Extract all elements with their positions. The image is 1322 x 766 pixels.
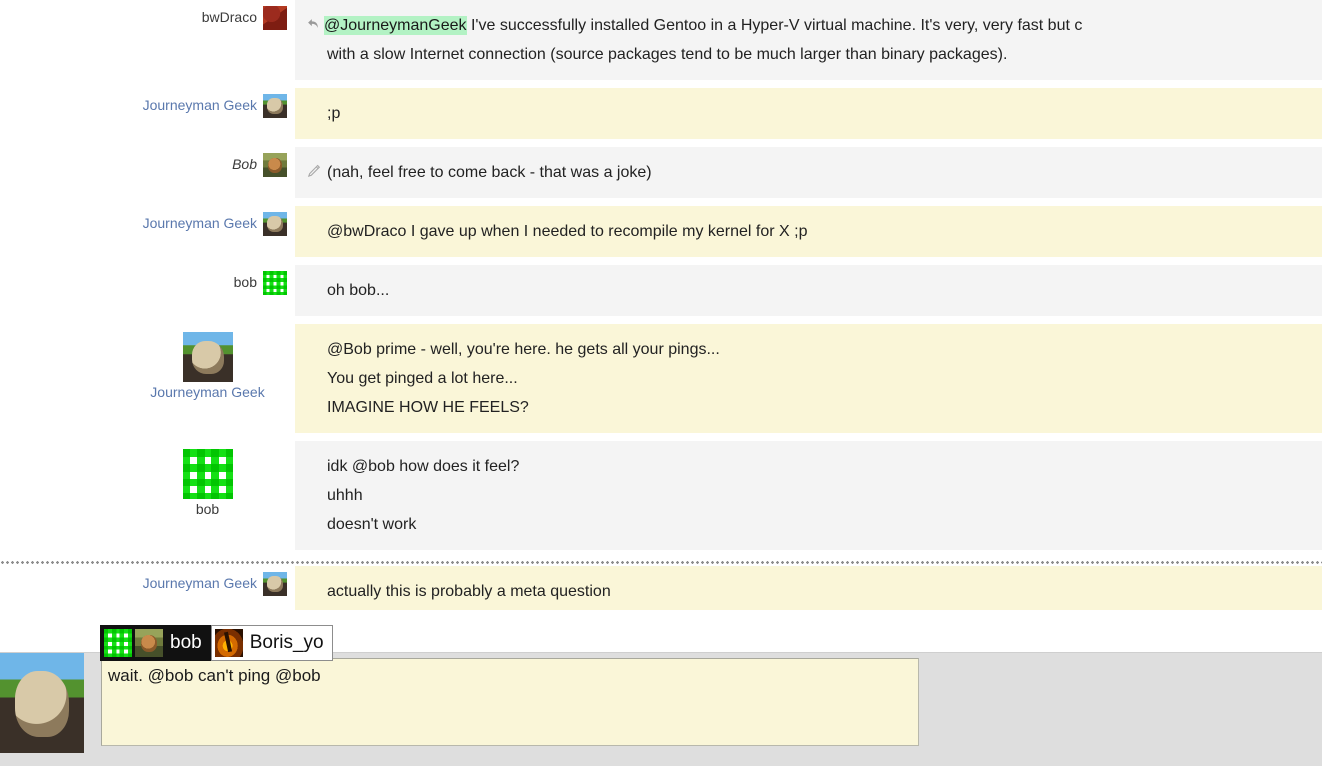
message-line: oh bob...: [327, 282, 390, 299]
message-username[interactable]: bob: [234, 274, 257, 292]
message-gap: [0, 433, 1322, 441]
signature-inline: bwDraco: [0, 0, 287, 30]
message-body: (nah, feel free to come back - that was …: [295, 147, 1322, 198]
chat-message[interactable]: bob idk @bob how does it feel? uhhh doesn't…: [0, 441, 1322, 550]
chat-message-input[interactable]: [101, 658, 919, 746]
message-gap: [0, 80, 1322, 88]
message-signature: Journeyman Geek: [0, 88, 295, 118]
message-body: ;p: [295, 88, 1322, 139]
mention-autocomplete-popup[interactable]: bob Boris_yo: [100, 625, 333, 661]
message-username[interactable]: Bob: [232, 156, 257, 174]
message-line: IMAGINE HOW HE FEELS?: [327, 399, 529, 416]
signature-inline: Journeyman Geek: [0, 206, 287, 236]
chat-message[interactable]: Journeyman Geek @Bob prime - well, you're…: [0, 324, 1322, 433]
message-gap: [0, 198, 1322, 206]
dragon-avatar: [263, 6, 287, 30]
dog-avatar: [263, 94, 287, 118]
message-username[interactable]: bwDraco: [202, 9, 257, 27]
reply-arrow-icon[interactable]: [306, 12, 321, 29]
message-body: @Bob prime - well, you're here. he gets …: [295, 324, 1322, 433]
autocomplete-item-label: bob: [170, 632, 202, 653]
message-line: (nah, feel free to come back - that was …: [307, 158, 1322, 187]
message-username[interactable]: Journeyman Geek: [143, 97, 257, 115]
message-line: ;p: [327, 105, 341, 122]
dog-avatar: [182, 332, 233, 382]
message-line: @JourneymanGeek I've successfully instal…: [308, 11, 1322, 40]
message-username[interactable]: bob: [196, 501, 219, 519]
chat-room-window: bwDraco @JourneymanGeek I've successfully…: [0, 0, 1322, 766]
message-line: idk @bob how does it feel?: [327, 458, 520, 475]
fox-avatar: [135, 629, 163, 657]
message-body: @JourneymanGeek I've successfully instal…: [295, 0, 1322, 80]
pencil-edit-icon[interactable]: [306, 160, 321, 178]
autocomplete-item-label: Boris_yo: [249, 632, 324, 653]
message-gap: [0, 257, 1322, 265]
fox-avatar: [263, 153, 287, 177]
composer-user-avatar: [0, 653, 84, 753]
dog-avatar: [263, 212, 287, 236]
signature-stacked: bob: [120, 441, 295, 519]
chat-message[interactable]: bob oh bob...: [0, 265, 1322, 316]
message-line: doesn't work: [327, 516, 417, 533]
message-gap: [0, 139, 1322, 147]
message-username[interactable]: Journeyman Geek: [143, 215, 257, 233]
message-composer: send upload... clipboard: [0, 652, 1322, 766]
message-signature: Journeyman Geek: [0, 206, 295, 236]
message-gap: [0, 550, 1322, 558]
chat-message[interactable]: Journeyman Geek @bwDraco I gave up when I…: [0, 206, 1322, 257]
message-body: oh bob...: [295, 265, 1322, 316]
mention-highlight[interactable]: @JourneymanGeek: [324, 16, 467, 35]
qr-avatar: [182, 449, 233, 499]
message-username[interactable]: Journeyman Geek: [143, 575, 257, 593]
message-username[interactable]: Journeyman Geek: [150, 384, 264, 402]
message-signature: Journeyman Geek: [0, 566, 295, 596]
chat-message[interactable]: Journeyman Geek actually this is probably…: [0, 566, 1322, 610]
message-line: @Bob prime - well, you're here. he gets …: [327, 341, 720, 358]
message-line: You get pinged a lot here...: [327, 370, 518, 387]
new-messages-divider: [0, 558, 1322, 566]
qr-avatar: [104, 629, 132, 657]
autocomplete-item[interactable]: bob: [100, 625, 211, 661]
qr-avatar: [263, 271, 287, 295]
torch-avatar: [214, 629, 243, 657]
message-line: @bwDraco I gave up when I needed to reco…: [327, 223, 808, 240]
signature-inline: Journeyman Geek: [0, 566, 287, 596]
message-body: actually this is probably a meta questio…: [295, 566, 1322, 610]
message-signature: bob: [0, 441, 295, 519]
signature-inline: bob: [0, 265, 287, 295]
chat-message[interactable]: Journeyman Geek ;p: [0, 88, 1322, 139]
chat-message[interactable]: Bob (nah, feel free to come back - that w…: [0, 147, 1322, 198]
message-transcript[interactable]: bwDraco @JourneymanGeek I've successfully…: [0, 0, 1322, 610]
message-line: actually this is probably a meta questio…: [327, 583, 611, 600]
chat-message[interactable]: bwDraco @JourneymanGeek I've successfully…: [0, 0, 1322, 80]
autocomplete-item[interactable]: Boris_yo: [210, 625, 333, 661]
message-signature: bwDraco: [0, 0, 295, 30]
message-signature: bob: [0, 265, 295, 295]
message-body: idk @bob how does it feel? uhhh doesn't wo…: [295, 441, 1322, 550]
message-line: uhhh: [327, 487, 363, 504]
message-gap: [0, 316, 1322, 324]
dog-avatar: [263, 572, 287, 596]
signature-inline: Journeyman Geek: [0, 88, 287, 118]
message-signature: Bob: [0, 147, 295, 177]
signature-inline: Bob: [0, 147, 287, 177]
message-signature: Journeyman Geek: [0, 324, 295, 402]
message-line: with a slow Internet connection (source …: [327, 46, 1008, 63]
signature-stacked: Journeyman Geek: [120, 324, 295, 402]
message-body: @bwDraco I gave up when I needed to reco…: [295, 206, 1322, 257]
